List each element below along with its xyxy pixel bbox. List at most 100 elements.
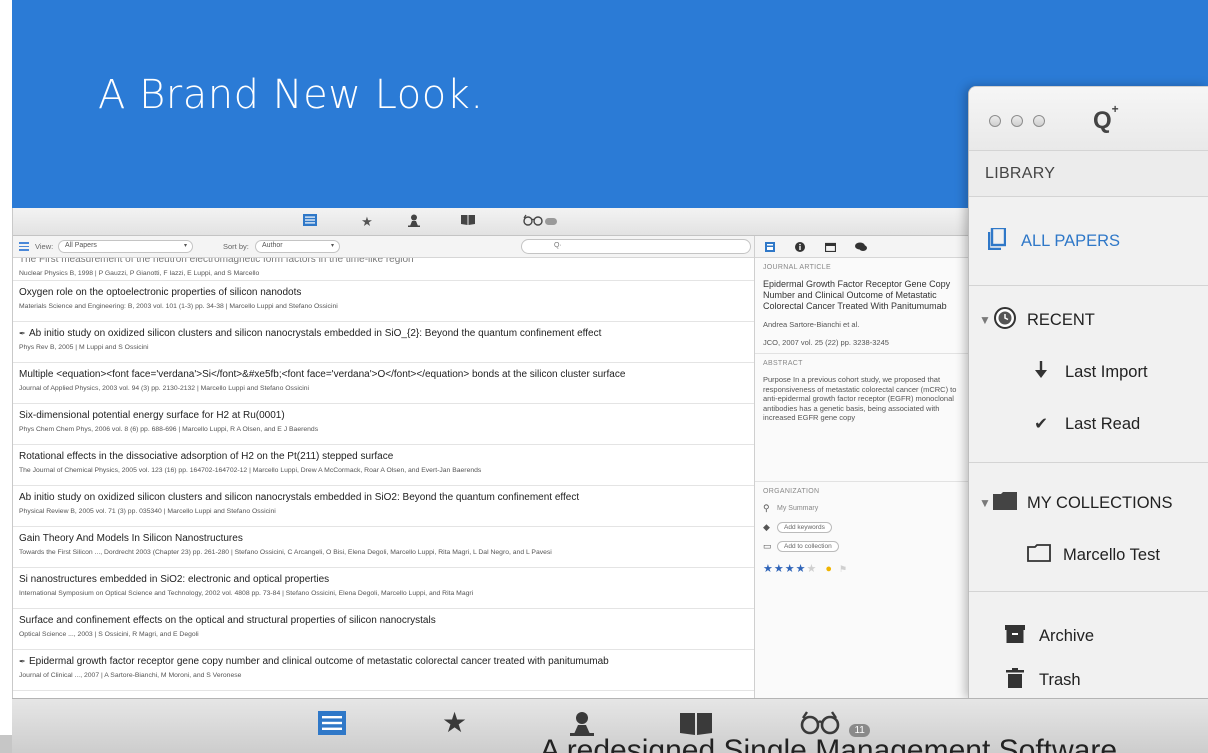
- paper-title-text: Ab initio study on oxidized silicon clus…: [19, 492, 580, 503]
- folder-outline-icon: [1027, 543, 1051, 567]
- sidebar-item-label: RECENT: [1027, 310, 1095, 329]
- library-titlebar: Q+: [969, 87, 1208, 151]
- checkmark-icon: ✔: [1034, 415, 1048, 433]
- paper-meta: Journal of Applied Physics, 2003 vol. 94…: [19, 385, 310, 392]
- sidebar-item-all-papers[interactable]: ALL PAPERS: [969, 197, 1208, 285]
- star-filled-icon[interactable]: ★: [785, 563, 796, 575]
- paper-meta: International Symposium on Optical Scien…: [19, 590, 474, 597]
- paper-meta: Towards the First Silicon ..., Dordrecht…: [19, 549, 552, 556]
- abstract-section: ABSTRACT Purpose In a previous cohort st…: [755, 354, 972, 482]
- add-collection-button[interactable]: Add to collection: [777, 541, 839, 552]
- article-title[interactable]: Epidermal Growth Factor Receptor Gene Co…: [763, 279, 964, 312]
- zoom-window-button[interactable]: [1033, 115, 1045, 127]
- star-filled-icon[interactable]: ★: [796, 563, 807, 575]
- paper-list-item[interactable]: Oxygen role on the optoelectronic proper…: [13, 281, 754, 322]
- organization-section: ORGANIZATION ⚲ My Summary ◆ Add keywords…: [755, 482, 972, 581]
- paper-title-text: Gain Theory And Models In Silicon Nanost…: [19, 533, 243, 544]
- trash-icon: [1003, 667, 1027, 693]
- paper-meta: The Journal of Chemical Physics, 2005 vo…: [19, 467, 482, 474]
- paper-list-item[interactable]: Six-dimensional potential energy surface…: [13, 404, 754, 445]
- arrow-down-icon: [1029, 360, 1053, 384]
- disclosure-triangle-icon[interactable]: ▼: [979, 313, 993, 327]
- info-circle-icon[interactable]: [795, 242, 805, 252]
- main-app-window: ★ View: All Papers ▾ Sort by: Author ▾ Q…: [12, 208, 972, 698]
- star-filled-icon[interactable]: ★: [763, 563, 774, 575]
- paper-list-item[interactable]: Gain Theory And Models In Silicon Nanost…: [13, 527, 754, 568]
- sidebar-item-label: ALL PAPERS: [1021, 231, 1121, 250]
- person-icon[interactable]: [408, 214, 426, 230]
- paper-title: Si nanostructures embedded in SiO2: elec…: [19, 573, 754, 587]
- rating-stars[interactable]: ★★★★★ ● ⚑: [763, 562, 964, 575]
- paper-title: Gain Theory And Models In Silicon Nanost…: [19, 532, 754, 546]
- search-input[interactable]: Q·: [521, 239, 751, 254]
- pin-icon: ✒: [19, 329, 26, 338]
- papers-pane: View: All Papers ▾ Sort by: Author ▾ Q· …: [13, 236, 755, 698]
- view-select[interactable]: All Papers ▾: [58, 240, 193, 253]
- paper-meta: Journal of Clinical ..., 2007 | A Sartor…: [19, 672, 242, 679]
- star-icon[interactable]: ★: [442, 709, 467, 741]
- list-view-icon[interactable]: [303, 214, 321, 230]
- paper-list-item[interactable]: ✒ Ab initio study on oxidized silicon clu…: [13, 322, 754, 363]
- star-filled-icon[interactable]: ★: [774, 563, 785, 575]
- library-header: LIBRARY: [969, 151, 1208, 197]
- paper-title: Six-dimensional potential energy surface…: [19, 409, 754, 423]
- paper-title-text: The First measurement of the neutron ele…: [19, 258, 414, 265]
- star-empty-icon[interactable]: ★: [807, 563, 818, 575]
- paper-list-item[interactable]: Si nanostructures embedded in SiO2: elec…: [13, 568, 754, 609]
- paper-title: Ab initio study on oxidized silicon clus…: [19, 491, 754, 505]
- paper-title-text: Oxygen role on the optoelectronic proper…: [19, 287, 302, 298]
- sidebar-item-marcello-test[interactable]: Marcello Test: [969, 529, 1208, 581]
- sidebar-item-trash[interactable]: Trash: [969, 654, 1208, 698]
- sidebar-item-last-import[interactable]: Last Import: [969, 346, 1208, 398]
- paper-meta: Physical Review B, 2005 vol. 71 (3) pp. …: [19, 508, 276, 515]
- location-pin-icon: ⚲: [763, 503, 770, 513]
- paper-meta: Phys Chem Chem Phys, 2006 vol. 8 (6) pp.…: [19, 426, 319, 433]
- color-label-icon[interactable]: ●: [825, 563, 833, 575]
- search-add-icon[interactable]: Q+: [1093, 102, 1119, 135]
- sidebar-item-last-read[interactable]: ✔ Last Read: [969, 398, 1208, 450]
- minimize-window-button[interactable]: [1011, 115, 1023, 127]
- flag-icon[interactable]: ⚑: [839, 564, 848, 574]
- list-view-icon[interactable]: [318, 711, 346, 741]
- abstract-text: Purpose In a previous cohort study, we p…: [763, 375, 957, 422]
- archive-box-icon: [1003, 624, 1027, 648]
- paper-title-text: Multiple <equation><font face='verdana'>…: [19, 369, 626, 380]
- collections-section: ▼ MY COLLECTIONS Marcello Test: [969, 463, 1208, 592]
- menu-icon[interactable]: [19, 242, 29, 253]
- paper-meta: Phys Rev B, 2005 | M Luppi and S Ossicin…: [19, 344, 149, 351]
- sidebar-item-label: Last Read: [1065, 414, 1141, 433]
- paper-list-item[interactable]: ✒ Epidermal growth factor receptor gene c…: [13, 650, 754, 691]
- sidebar-group-recent[interactable]: ▼ RECENT: [969, 294, 1208, 346]
- star-icon[interactable]: ★: [358, 214, 376, 230]
- paper-meta: Optical Science ..., 2003 | S Ossicini, …: [19, 631, 199, 638]
- paper-title: The First measurement of the neutron ele…: [19, 258, 754, 266]
- disclosure-triangle-icon[interactable]: ▼: [979, 496, 993, 510]
- glasses-icon[interactable]: [523, 214, 563, 230]
- paper-list-item[interactable]: Surface and confinement effects on the o…: [13, 609, 754, 650]
- all-papers-section: ALL PAPERS: [969, 197, 1208, 286]
- paper-list-item[interactable]: Rotational effects in the dissociative a…: [13, 445, 754, 486]
- documents-icon: [985, 226, 1009, 255]
- sidebar-item-label: Archive: [1039, 626, 1095, 645]
- sort-select[interactable]: Author ▾: [255, 240, 340, 253]
- paper-list-item[interactable]: Multiple <equation><font face='verdana'>…: [13, 363, 754, 404]
- view-label: View:: [35, 242, 54, 251]
- search-placeholder: Q·: [554, 242, 562, 249]
- paper-list-item[interactable]: Ab initio study on oxidized silicon clus…: [13, 486, 754, 527]
- chevron-down-icon: ▾: [330, 243, 334, 249]
- book-icon[interactable]: [461, 214, 479, 230]
- paper-title-text: Epidermal growth factor receptor gene co…: [29, 656, 609, 667]
- paper-list-item[interactable]: The First measurement of the neutron ele…: [13, 258, 754, 281]
- info-tab-icon[interactable]: [765, 242, 775, 252]
- summary-field[interactable]: My Summary: [777, 505, 818, 512]
- close-window-button[interactable]: [989, 115, 1001, 127]
- sidebar-group-my-collections[interactable]: ▼ MY COLLECTIONS: [969, 477, 1208, 529]
- paper-title: Oxygen role on the optoelectronic proper…: [19, 286, 754, 300]
- comments-icon[interactable]: [855, 242, 867, 252]
- paper-title: Multiple <equation><font face='verdana'>…: [19, 368, 754, 382]
- article-section: JOURNAL ARTICLE Epidermal Growth Factor …: [755, 258, 972, 354]
- add-keywords-button[interactable]: Add keywords: [777, 522, 832, 533]
- caption-partial: A redesigned Single Management Software: [540, 736, 1118, 753]
- page-edge-strip: [0, 735, 12, 753]
- calendar-icon[interactable]: [824, 242, 837, 253]
